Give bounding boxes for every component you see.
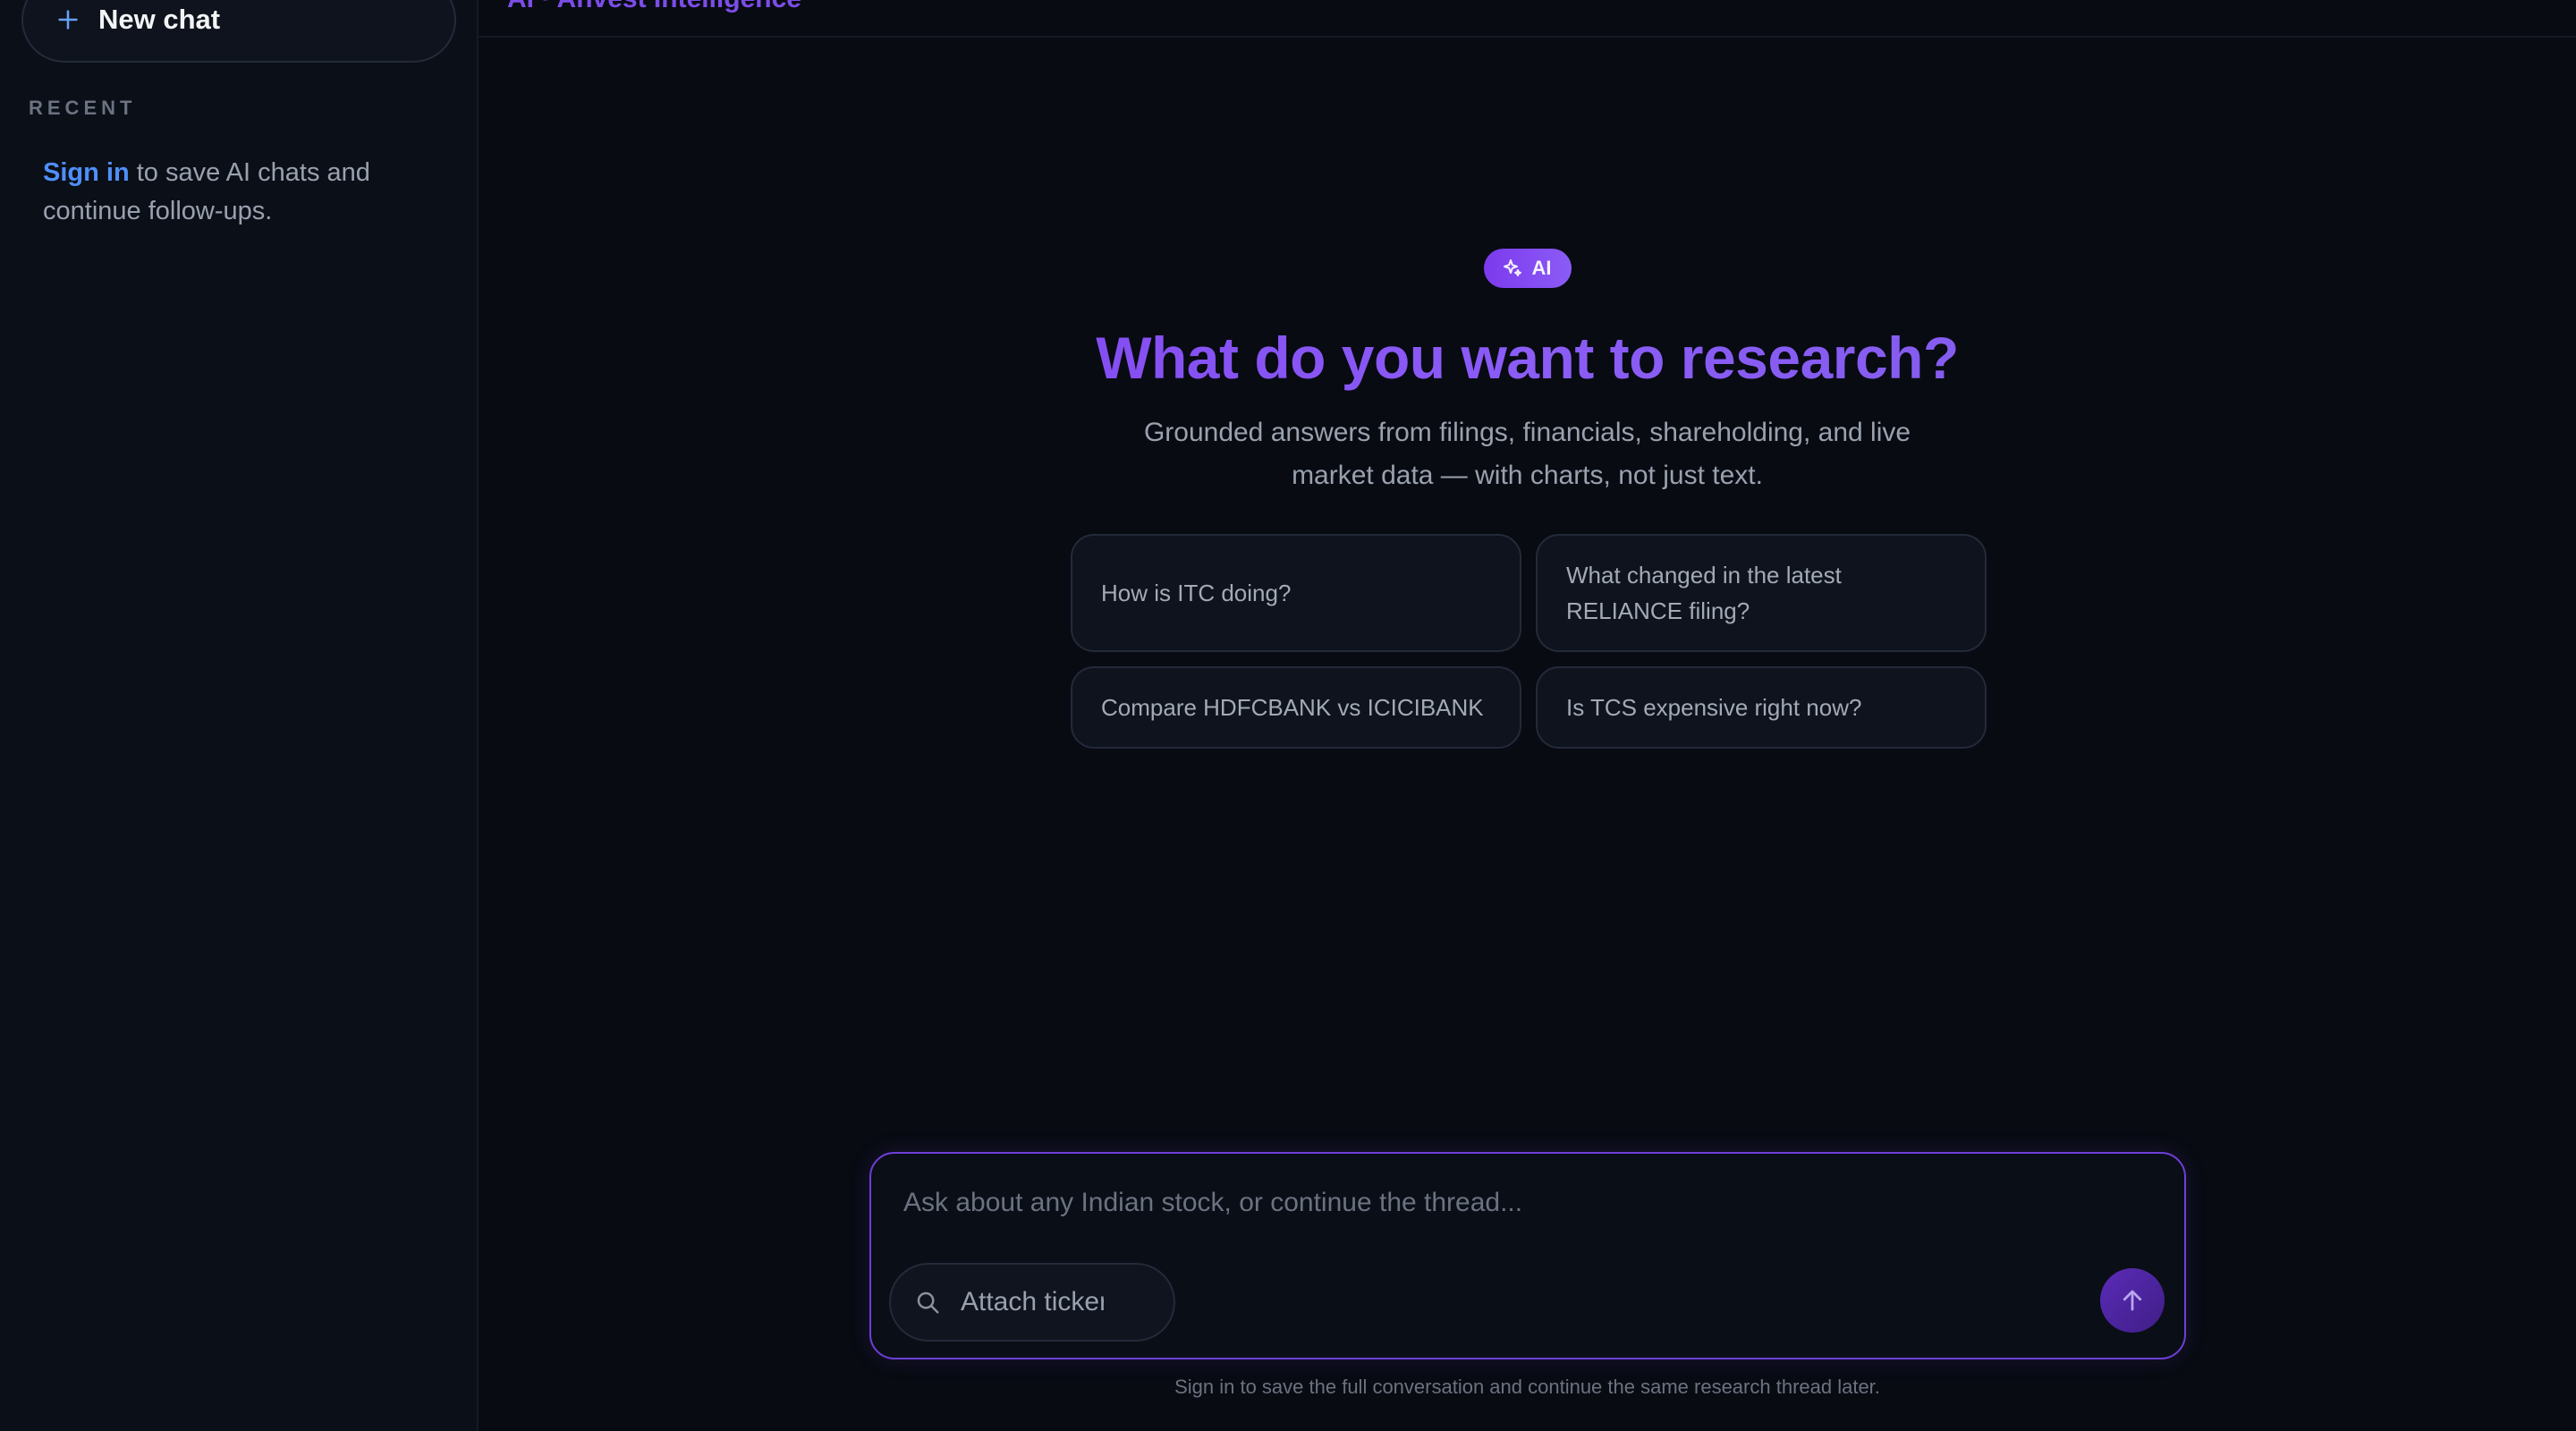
composer bbox=[869, 1152, 2186, 1359]
hero-subtitle: Grounded answers from filings, financial… bbox=[1143, 418, 1911, 490]
attach-ticker-input[interactable] bbox=[961, 1287, 1104, 1317]
main-panel: AI · Anvest Intelligence AI What do you … bbox=[479, 0, 2576, 1431]
sidebar: New chat RECENT Sign in to save AI chats… bbox=[0, 0, 479, 1431]
ai-badge-label: AI bbox=[1531, 257, 1552, 279]
plus-icon bbox=[58, 10, 78, 30]
send-button[interactable] bbox=[2100, 1268, 2165, 1333]
topbar: AI · Anvest Intelligence bbox=[479, 0, 2576, 38]
suggestion-card[interactable]: What changed in the latest RELIANCE fili… bbox=[1536, 534, 1987, 652]
signin-note: Sign in to save AI chats and continue fo… bbox=[43, 154, 436, 231]
new-chat-button[interactable]: New chat bbox=[21, 0, 456, 63]
page-title: AI · Anvest Intelligence bbox=[507, 0, 801, 14]
sign-in-link[interactable]: Sign in bbox=[43, 158, 130, 187]
sparkle-icon bbox=[1503, 259, 1521, 276]
suggestion-card[interactable]: Compare HDFCBANK vs ICICIBANK bbox=[1071, 666, 1521, 749]
attach-ticker-field[interactable] bbox=[889, 1263, 1175, 1342]
suggestion-card[interactable]: Is TCS expensive right now? bbox=[1536, 666, 1987, 749]
footnote: Sign in to save the full conversation an… bbox=[1174, 1376, 1880, 1398]
recent-section-label: RECENT bbox=[29, 97, 137, 119]
message-input[interactable] bbox=[903, 1181, 2138, 1225]
suggestion-card[interactable]: How is ITC doing? bbox=[1071, 534, 1521, 652]
hero-title: What do you want to research? bbox=[479, 324, 2576, 392]
hero: AI What do you want to research? Grounde… bbox=[479, 249, 2576, 497]
search-icon bbox=[917, 1291, 939, 1314]
suggestion-grid: How is ITC doing? What changed in the la… bbox=[1071, 534, 1987, 749]
ai-badge: AI bbox=[1483, 249, 1572, 288]
app-root: New chat RECENT Sign in to save AI chats… bbox=[0, 0, 2576, 1431]
arrow-up-icon bbox=[2123, 1290, 2142, 1311]
new-chat-label: New chat bbox=[98, 4, 221, 35]
